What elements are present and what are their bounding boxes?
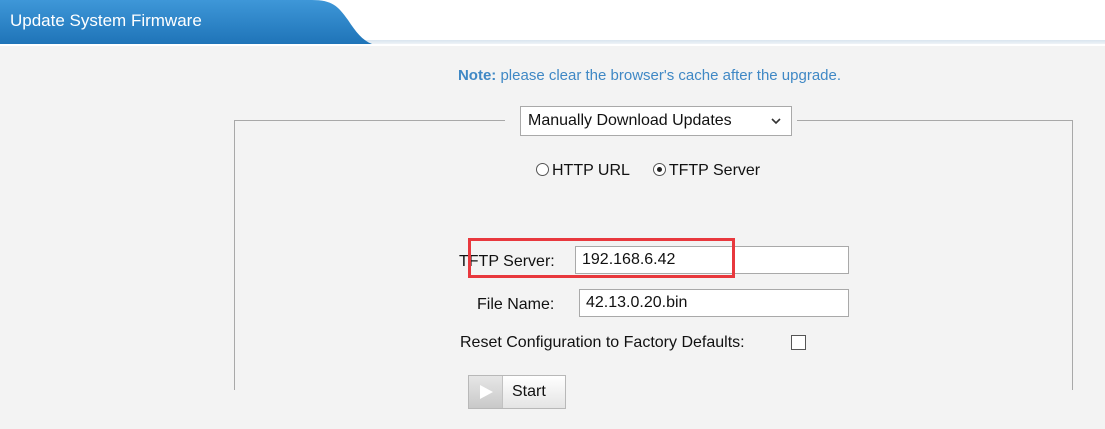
radio-http-url-label: HTTP URL [552, 162, 630, 179]
file-name-label: File Name: [477, 296, 555, 313]
reset-config-label: Reset Configuration to Factory Defaults: [460, 334, 745, 351]
upgrade-note: Note: please clear the browser's cache a… [0, 67, 1105, 84]
update-method-value: Manually Download Updates [528, 112, 732, 129]
note-text: please clear the browser's cache after t… [496, 67, 842, 84]
page-header: Update System Firmware [0, 0, 1105, 46]
protocol-radio-group: HTTP URL TFTP Server [536, 162, 760, 180]
radio-tftp-server-label: TFTP Server [668, 162, 761, 179]
start-button-label: Start [512, 383, 546, 400]
play-icon [480, 385, 493, 399]
radio-tftp-server-circle[interactable] [652, 163, 666, 176]
radio-http-url-circle[interactable] [536, 163, 549, 176]
radio-http-url[interactable]: HTTP URL [536, 162, 630, 180]
radio-tftp-server[interactable]: TFTP Server [652, 162, 761, 180]
start-button[interactable]: Start [468, 375, 566, 409]
reset-config-checkbox[interactable] [791, 335, 806, 350]
play-icon-box [469, 376, 503, 408]
section-tab: Update System Firmware [0, 0, 372, 46]
file-name-highlight [468, 238, 735, 278]
note-label: Note: [457, 67, 497, 84]
file-name-input[interactable]: 42.13.0.20.bin [579, 289, 849, 317]
update-method-select[interactable]: Manually Download Updates [520, 106, 792, 136]
fieldset-legend: Manually Download Updates [505, 104, 797, 138]
page-title: Update System Firmware [10, 11, 202, 30]
chevron-down-icon [771, 118, 781, 125]
